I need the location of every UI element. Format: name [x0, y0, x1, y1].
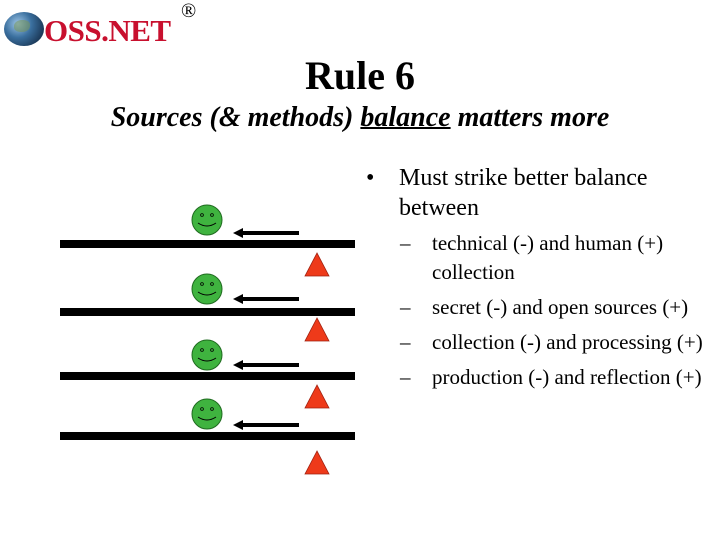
sub-bullet-list: – technical (-) and human (+) collection …: [366, 229, 706, 392]
warning-triangle-icon: [304, 450, 330, 475]
sub-bullet: – technical (-) and human (+) collection: [366, 229, 706, 287]
sub-bullet-text: production (-) and reflection (+): [432, 365, 702, 389]
bullet-marker: •: [366, 165, 375, 191]
main-bullet-text: Must strike better balance between: [399, 165, 648, 221]
dash-marker: –: [400, 295, 411, 319]
warning-triangle-icon: [304, 384, 330, 409]
arrow-shaft: [240, 231, 299, 235]
arrow-left-icon: [233, 294, 243, 304]
dash-marker: –: [400, 365, 411, 389]
sub-bullet-text: technical (-) and human (+) collection: [432, 231, 664, 284]
sub-bullet-text: secret (-) and open sources (+): [432, 295, 689, 319]
arrow-left-icon: [233, 420, 243, 430]
balance-bar: [60, 240, 355, 248]
arrow-left-icon: [233, 228, 243, 238]
bullet-list: • Must strike better balance between – te…: [366, 163, 706, 398]
smiley-face-icon: [191, 398, 223, 430]
dash-marker: –: [400, 330, 411, 354]
sub-bullet: – secret (-) and open sources (+): [366, 293, 706, 322]
sub-bullet: – collection (-) and processing (+): [366, 328, 706, 357]
arrow-left-icon: [233, 360, 243, 370]
main-bullet: • Must strike better balance between: [366, 163, 706, 223]
warning-triangle-icon: [304, 317, 330, 342]
balance-bar: [60, 432, 355, 440]
sub-bullet: – production (-) and reflection (+): [366, 363, 706, 392]
sub-bullet-text: collection (-) and processing (+): [432, 330, 703, 354]
balance-bar: [60, 308, 355, 316]
arrow-shaft: [240, 423, 299, 427]
balance-bar: [60, 372, 355, 380]
arrow-shaft: [240, 297, 299, 301]
warning-triangle-icon: [304, 252, 330, 277]
smiley-face-icon: [191, 273, 223, 305]
arrow-shaft: [240, 363, 299, 367]
smiley-face-icon: [191, 339, 223, 371]
dash-marker: –: [400, 231, 411, 255]
smiley-face-icon: [191, 204, 223, 236]
